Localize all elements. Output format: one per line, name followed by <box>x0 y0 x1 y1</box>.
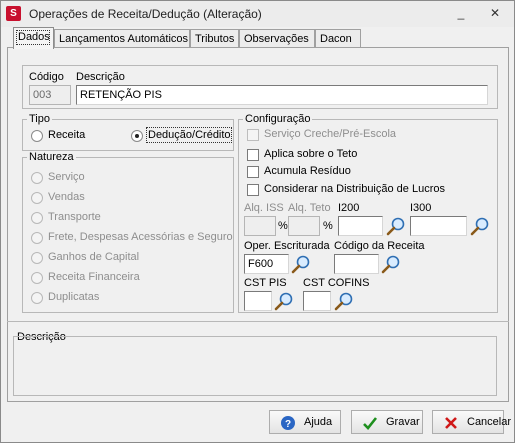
distribuicao-lucros-checkbox[interactable] <box>247 184 259 196</box>
aliq-teto-pct: % <box>323 220 333 232</box>
svg-text:?: ? <box>285 419 291 430</box>
tipo-legend: Tipo <box>29 113 50 125</box>
aliq-iss-pct: % <box>278 220 288 232</box>
cst-cofins-field[interactable] <box>303 291 331 311</box>
i200-field[interactable] <box>338 216 383 236</box>
oper-escriturada-field[interactable]: F600 <box>244 254 289 274</box>
codigo-receita-field[interactable] <box>334 254 379 274</box>
dialog-window: S Operações de Receita/Dedução (Alteraçã… <box>0 0 515 443</box>
cancelar-button[interactable]: Cancelar <box>432 410 511 434</box>
deducao-radio[interactable] <box>131 130 143 142</box>
title-bar: S Operações de Receita/Dedução (Alteraçã… <box>1 1 514 27</box>
tab-dacon[interactable]: Dacon <box>315 29 361 48</box>
aliq-iss-label: Alq. ISS <box>244 202 284 214</box>
cst-cofins-search-icon[interactable] <box>333 291 355 311</box>
minimize-button[interactable]: _ <box>448 4 474 22</box>
codigo-label: Código <box>29 71 64 83</box>
natureza-radio-ganhos[interactable] <box>31 252 43 264</box>
natureza-radio-transporte[interactable] <box>31 212 43 224</box>
cancel-x-icon <box>445 417 457 429</box>
creche-checkbox[interactable] <box>247 129 259 141</box>
gravar-label: Gravar <box>386 416 420 428</box>
aliq-teto-field <box>288 216 320 236</box>
tab-focus-rect <box>16 30 50 45</box>
close-button[interactable]: ✕ <box>482 4 508 22</box>
i300-search-icon[interactable] <box>469 216 491 236</box>
natureza-radio-vendas[interactable] <box>31 192 43 204</box>
natureza-label-duplicatas: Duplicatas <box>48 291 100 303</box>
receita-label: Receita <box>48 129 86 141</box>
acumula-residuo-checkbox[interactable] <box>247 166 259 178</box>
cst-pis-label: CST PIS <box>244 277 287 289</box>
receita-radio[interactable] <box>31 130 43 142</box>
natureza-label-frete: Frete, Despesas Acessórias e Seguro <box>48 231 233 243</box>
natureza-label-vendas: Vendas <box>48 191 85 203</box>
i200-label: I200 <box>338 202 360 214</box>
natureza-label-transporte: Transporte <box>48 211 101 223</box>
natureza-radio-frete[interactable] <box>31 232 43 244</box>
natureza-label-receita-financeira: Receita Financeira <box>48 271 140 283</box>
app-icon: S <box>6 6 21 21</box>
tab-lancamentos-automaticos[interactable]: Lançamentos Automáticos <box>54 29 190 48</box>
codigo-field: 003 <box>29 85 71 105</box>
oper-escriturada-search-icon[interactable] <box>290 254 312 274</box>
tab-observacoes[interactable]: Observações <box>239 29 315 48</box>
cancelar-label: Cancelar <box>467 416 512 428</box>
distribuicao-lucros-label: Considerar na Distribuição de Lucros <box>264 183 445 195</box>
i200-search-icon[interactable] <box>385 216 407 236</box>
i300-label: I300 <box>410 202 432 214</box>
codigo-receita-label: Código da Receita <box>334 240 425 252</box>
descricao-label: Descrição <box>76 71 125 83</box>
natureza-label-ganhos: Ganhos de Capital <box>48 251 140 263</box>
gravar-button[interactable]: Gravar <box>351 410 423 434</box>
aplica-teto-checkbox[interactable] <box>247 149 259 161</box>
cst-cofins-label: CST COFINS <box>303 277 370 289</box>
natureza-radio-duplicatas[interactable] <box>31 292 43 304</box>
natureza-label-servico: Serviço <box>48 171 85 183</box>
aplica-teto-label: Aplica sobre o Teto <box>264 148 358 160</box>
configuracao-legend: Configuração <box>245 113 311 125</box>
window-title: Operações de Receita/Dedução (Alteração) <box>29 7 262 21</box>
i300-field[interactable] <box>410 216 467 236</box>
descricao-field[interactable]: RETENÇÃO PIS <box>76 85 488 105</box>
checkmark-icon <box>363 417 378 430</box>
natureza-radio-servico[interactable] <box>31 172 43 184</box>
ajuda-button[interactable]: ? Ajuda <box>269 410 341 434</box>
cst-pis-search-icon[interactable] <box>273 291 295 311</box>
natureza-radio-receita-financeira[interactable] <box>31 272 43 284</box>
oper-escriturada-label: Oper. Escriturada <box>244 240 330 252</box>
ajuda-label: Ajuda <box>304 416 333 428</box>
radio-focus-rect <box>146 127 232 143</box>
creche-label: Serviço Creche/Pré-Escola <box>264 128 397 140</box>
acumula-residuo-label: Acumula Resíduo <box>264 165 351 177</box>
natureza-legend: Natureza <box>29 151 74 163</box>
descricao-area[interactable] <box>13 336 497 396</box>
help-icon: ? <box>281 416 295 430</box>
aliq-teto-label: Alq. Teto <box>288 202 331 214</box>
aliq-iss-field <box>244 216 276 236</box>
divider <box>7 321 509 322</box>
tab-tributos[interactable]: Tributos <box>190 29 239 48</box>
codigo-receita-search-icon[interactable] <box>380 254 402 274</box>
cst-pis-field[interactable] <box>244 291 272 311</box>
